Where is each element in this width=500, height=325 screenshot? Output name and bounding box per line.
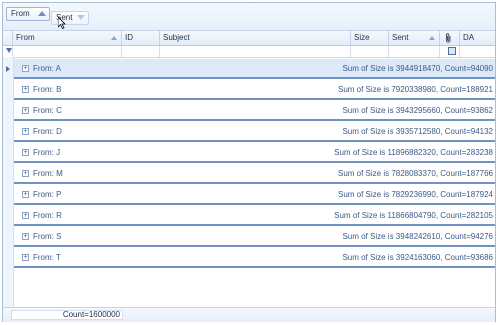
filter-cell-sent[interactable] xyxy=(389,46,440,57)
column-header-row: From ID Subject Size Sent DA xyxy=(3,31,495,46)
sort-ascending-icon xyxy=(429,36,435,40)
sort-ascending-icon xyxy=(38,11,46,16)
column-header-sent[interactable]: Sent xyxy=(389,31,440,45)
filter-row xyxy=(3,46,495,58)
column-header-label: ID xyxy=(125,33,133,42)
group-summary: Sum of Size is 11896882320, Count=283238 xyxy=(334,148,493,157)
filter-cell-from[interactable] xyxy=(13,46,122,57)
group-row[interactable]: + From: B Sum of Size is 7920338980, Cou… xyxy=(14,80,495,100)
group-row-label: From: T xyxy=(33,253,61,262)
group-chip-label: From xyxy=(11,9,30,18)
expand-plus-icon[interactable]: + xyxy=(22,86,29,93)
expand-plus-icon[interactable]: + xyxy=(22,107,29,114)
group-summary: Sum of Size is 7828083370, Count=187766 xyxy=(337,169,493,178)
group-row-label: From: P xyxy=(33,190,62,199)
expand-plus-icon[interactable]: + xyxy=(22,65,29,72)
column-header-size[interactable]: Size xyxy=(351,31,389,45)
group-summary: Sum of Size is 3924163060, Count=93686 xyxy=(342,253,493,262)
group-row[interactable]: + From: M Sum of Size is 7828083370, Cou… xyxy=(14,164,495,184)
expand-plus-icon[interactable]: + xyxy=(22,170,29,177)
group-chip-sent-dragging[interactable]: Sent xyxy=(51,11,89,25)
filter-cell-da[interactable] xyxy=(460,46,495,57)
expand-plus-icon[interactable]: + xyxy=(22,128,29,135)
expand-plus-icon[interactable]: + xyxy=(22,149,29,156)
paperclip-icon xyxy=(446,33,451,43)
sort-descending-icon xyxy=(77,15,85,20)
group-row-label: From: S xyxy=(33,232,62,241)
group-row-label: From: J xyxy=(33,148,61,157)
group-summary: Sum of Size is 7829236990, Count=187924 xyxy=(337,190,493,199)
group-row-label: From: D xyxy=(33,127,62,136)
filter-checkbox[interactable] xyxy=(448,47,456,55)
mouse-cursor-icon xyxy=(58,17,66,29)
group-summary: Sum of Size is 3943295660, Count=93862 xyxy=(342,106,493,115)
grid-control: From Sent From ID Subject Size Sent DA +… xyxy=(2,2,496,322)
expand-plus-icon[interactable]: + xyxy=(22,191,29,198)
group-row[interactable]: + From: J Sum of Size is 11896882320, Co… xyxy=(14,143,495,163)
expand-plus-icon[interactable]: + xyxy=(22,212,29,219)
column-header-label: Sent xyxy=(392,33,409,42)
filter-icon xyxy=(6,48,12,53)
filter-cell-size[interactable] xyxy=(351,46,389,57)
column-header-id[interactable]: ID xyxy=(122,31,160,45)
column-header-attachment[interactable] xyxy=(440,31,460,45)
group-row[interactable]: + From: P Sum of Size is 7829236990, Cou… xyxy=(14,185,495,205)
group-summary: Sum of Size is 11866804790, Count=282105 xyxy=(334,211,493,220)
group-chip-from[interactable]: From xyxy=(6,7,50,21)
group-summary: Sum of Size is 3944918470, Count=94090 xyxy=(342,64,493,73)
group-row-label: From: R xyxy=(33,211,62,220)
group-row[interactable]: + From: R Sum of Size is 11866804790, Co… xyxy=(14,206,495,226)
column-header-label: DA xyxy=(463,33,475,42)
group-row[interactable]: + From: D Sum of Size is 3935712580, Cou… xyxy=(14,122,495,142)
filter-cell-id[interactable] xyxy=(122,46,160,57)
column-header-da[interactable]: DA xyxy=(460,31,495,45)
row-indicator-header xyxy=(3,31,13,45)
current-row-indicator-icon xyxy=(6,66,10,72)
column-header-label: From xyxy=(16,33,35,42)
group-summary: Sum of Size is 3935712580, Count=94132 xyxy=(342,127,493,136)
group-row-label: From: C xyxy=(33,106,62,115)
group-row-label: From: A xyxy=(33,64,62,73)
group-footer: Count=1600000 xyxy=(3,307,495,322)
row-indicator-column xyxy=(3,57,14,307)
group-by-panel: From Sent xyxy=(3,3,495,31)
filter-row-indicator xyxy=(3,46,13,57)
expand-plus-icon[interactable]: + xyxy=(22,254,29,261)
column-header-from[interactable]: From xyxy=(13,31,122,45)
group-summary: Sum of Size is 3948242610, Count=94276 xyxy=(342,232,493,241)
group-summary: Sum of Size is 7920338980, Count=188921 xyxy=(337,85,493,94)
column-header-subject[interactable]: Subject xyxy=(160,31,351,45)
sort-ascending-icon xyxy=(111,36,117,40)
expand-plus-icon[interactable]: + xyxy=(22,233,29,240)
group-row[interactable]: + From: T Sum of Size is 3924163060, Cou… xyxy=(14,248,495,268)
filter-cell-subject[interactable] xyxy=(160,46,351,57)
group-row-label: From: M xyxy=(33,169,63,178)
total-count: Count=1600000 xyxy=(11,310,123,320)
column-header-label: Size xyxy=(354,33,370,42)
group-row-label: From: B xyxy=(33,85,62,94)
group-row[interactable]: + From: S Sum of Size is 3948242610, Cou… xyxy=(14,227,495,247)
group-row[interactable]: + From: A Sum of Size is 3944918470, Cou… xyxy=(14,59,495,79)
group-row[interactable]: + From: C Sum of Size is 3943295660, Cou… xyxy=(14,101,495,121)
column-header-label: Subject xyxy=(163,33,190,42)
